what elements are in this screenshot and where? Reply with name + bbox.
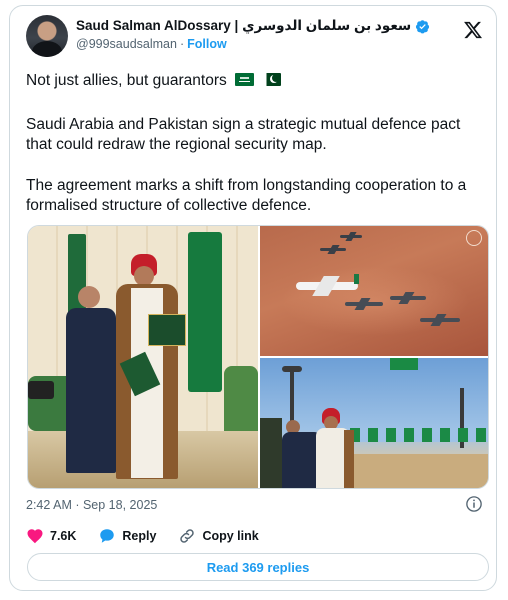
avatar[interactable] xyxy=(26,15,68,57)
tweet-card: Saud Salman AlDossary | سعود بن سلمان ال… xyxy=(9,5,497,591)
author-name-row: Saud Salman AlDossary | سعود بن سلمان ال… xyxy=(76,18,430,34)
copy-link-button[interactable]: Copy link xyxy=(178,527,259,545)
post-paragraph-1: Saudi Arabia and Pakistan sign a strateg… xyxy=(26,116,461,153)
post-paragraph-2: The agreement marks a shift from longsta… xyxy=(26,177,467,214)
photo-welcome-ceremony[interactable] xyxy=(260,358,488,488)
follow-button[interactable]: Follow xyxy=(187,37,227,51)
link-icon xyxy=(180,529,195,543)
media-grid xyxy=(27,225,489,489)
headline-text: Not just allies, but guarantors xyxy=(26,72,227,89)
like-button[interactable]: 7.6K xyxy=(26,527,76,545)
separator-dot: · xyxy=(179,37,185,51)
copy-link-label: Copy link xyxy=(202,529,259,543)
photo-jet-formation[interactable] xyxy=(260,226,488,356)
author-display-name[interactable]: Saud Salman AlDossary | سعود بن سلمان ال… xyxy=(76,18,411,34)
post-timestamp[interactable]: 2:42 AM · Sep 18, 2025 xyxy=(26,498,157,512)
reply-button[interactable]: Reply xyxy=(98,527,156,545)
info-icon[interactable] xyxy=(465,495,483,513)
like-count: 7.6K xyxy=(50,529,77,543)
photo-signing-ceremony[interactable] xyxy=(28,226,258,488)
reply-label: Reply xyxy=(122,529,157,543)
saudi-arabia-flag-icon xyxy=(235,73,255,86)
heart-icon xyxy=(27,529,43,544)
pakistan-flag-icon xyxy=(262,73,282,86)
avatar-photo xyxy=(32,41,62,57)
author-handle-row: @999saudsalman · Follow xyxy=(76,37,227,51)
verified-badge-icon xyxy=(416,19,430,33)
post-headline: Not just allies, but guarantors xyxy=(26,71,486,91)
speech-bubble-icon xyxy=(100,529,115,543)
action-bar: 7.6K Reply Copy link xyxy=(26,527,281,545)
read-replies-button[interactable]: Read 369 replies xyxy=(27,553,489,581)
author-handle[interactable]: @999saudsalman xyxy=(76,37,177,51)
x-logo-icon[interactable] xyxy=(463,20,483,40)
